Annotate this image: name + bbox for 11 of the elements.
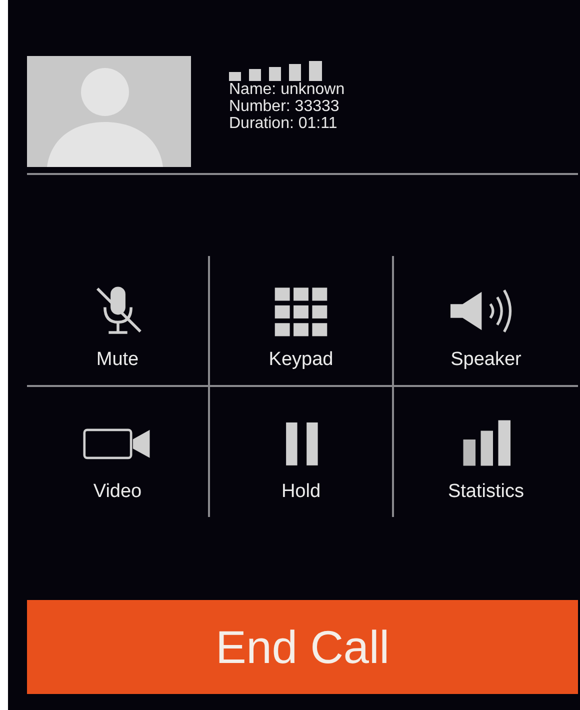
call-control-button[interactable]: Statistics xyxy=(394,387,578,517)
call-control-button[interactable]: Hold xyxy=(210,387,394,517)
caller-name: Name: unknown xyxy=(229,81,345,98)
avatar-icon xyxy=(27,56,191,167)
call-control-button[interactable]: Mute xyxy=(27,256,210,387)
signal-icon xyxy=(229,61,323,81)
caller-number: Number: 33333 xyxy=(229,98,340,115)
call-control-button[interactable]: Keypad xyxy=(210,256,394,387)
call-control-button[interactable]: Video xyxy=(27,387,210,517)
call-duration: Duration: 01:11 xyxy=(229,115,338,132)
call-control-button[interactable]: Speaker xyxy=(394,256,578,387)
